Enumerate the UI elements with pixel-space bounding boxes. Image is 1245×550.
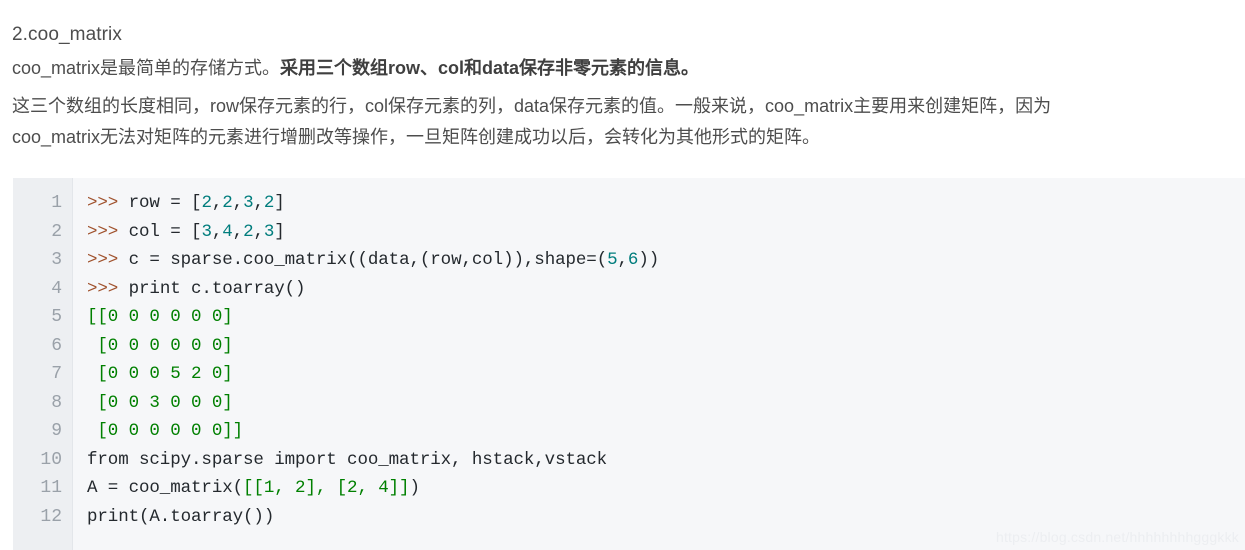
code-line[interactable]: [[0 0 0 0 0 0]: [87, 303, 1245, 332]
code-token-plain: row = [: [118, 193, 202, 213]
code-content-area[interactable]: >>> row = [2,2,3,2] >>> col = [3,4,2,3] >>…: [73, 178, 1245, 550]
code-token-out: [0 0 3 0 0 0]: [87, 392, 233, 413]
code-token-prompt: >>>: [87, 278, 119, 299]
code-line-number: 6: [51, 335, 62, 356]
code-line[interactable]: [0 0 0 0 0 0]]: [87, 417, 1245, 446]
code-token-plain: ,: [617, 250, 629, 270]
code-token-plain: A = coo_matrix(: [87, 478, 244, 498]
code-token-out: [[0 0 0 0 0 0]: [87, 307, 233, 327]
code-line[interactable]: A = coo_matrix([[1, 2], [2, 4]]): [87, 474, 1245, 503]
code-line-number: 11: [40, 478, 62, 498]
code-line-number: 12: [40, 506, 62, 527]
code-token-plain: ]: [274, 193, 285, 213]
paragraph-definition-bold: 采用三个数组row、col和data保存非零元素的信息。: [280, 58, 700, 78]
code-line[interactable]: print(A.toarray()): [87, 503, 1245, 532]
code-token-out: [0 0 0 5 2 0]: [87, 364, 233, 384]
code-line-number: 4: [51, 278, 62, 299]
code-token-prompt: >>>: [87, 221, 119, 242]
code-token-plain: ): [409, 478, 420, 498]
code-token-num: 5: [607, 250, 618, 270]
code-token-num: 2: [201, 193, 212, 213]
code-token-out: [0 0 0 0 0 0]: [87, 335, 233, 356]
code-token-plain: ,: [211, 221, 223, 242]
code-token-num: 2: [263, 193, 275, 213]
code-token-plain: ]: [274, 221, 285, 242]
code-token-plain: )): [638, 250, 660, 270]
paragraph-details-line-1: 这三个数组的长度相同，row保存元素的行，col保存元素的列，data保存元素的…: [12, 96, 1052, 116]
code-line-number: 8: [51, 392, 62, 413]
code-token-plain: ,: [253, 193, 264, 213]
paragraph-definition: coo_matrix是最简单的存储方式。采用三个数组row、col和data保存…: [12, 53, 1233, 84]
code-line-number-gutter: 1 2 3 4 5 6 7 8 9 10 11 12: [13, 178, 73, 550]
code-line[interactable]: [0 0 3 0 0 0]: [87, 389, 1245, 418]
code-token-num: 3: [201, 221, 212, 242]
code-line[interactable]: >>> print c.toarray(): [87, 275, 1245, 304]
paragraph-details: 这三个数组的长度相同，row保存元素的行，col保存元素的列，data保存元素的…: [12, 91, 1233, 153]
code-token-plain: from scipy.sparse import coo_matrix, hst…: [87, 449, 608, 470]
article-body: 2.coo_matrix coo_matrix是最简单的存储方式。采用三个数组r…: [0, 0, 1245, 153]
code-token-plain: col = [: [118, 221, 202, 242]
code-token-prompt: >>>: [87, 250, 119, 270]
page-title: 2.coo_matrix: [12, 24, 122, 45]
code-line-number: 1: [51, 193, 62, 213]
code-line-number: 2: [51, 221, 62, 242]
code-line[interactable]: [0 0 0 5 2 0]: [87, 360, 1245, 389]
code-line-number: 7: [51, 364, 62, 384]
code-token-num: 3: [263, 221, 275, 242]
code-line[interactable]: >>> row = [2,2,3,2]: [87, 189, 1245, 218]
code-token-num: 2: [222, 193, 233, 213]
code-line[interactable]: >>> c = sparse.coo_matrix((data,(row,col…: [87, 246, 1245, 275]
code-token-prompt: >>>: [87, 193, 119, 213]
code-token-num: 4: [222, 221, 233, 242]
code-token-plain: ,: [253, 221, 264, 242]
code-token-out: [0 0 0 0 0 0]]: [87, 421, 244, 441]
code-token-num: 2: [243, 221, 254, 242]
code-token-out: [[1, 2], [2, 4]]: [243, 478, 410, 498]
code-token-plain: ,: [232, 221, 244, 242]
paragraph-definition-plain: coo_matrix是最简单的存储方式。: [12, 58, 281, 78]
code-line[interactable]: [0 0 0 0 0 0]: [87, 332, 1245, 361]
code-line[interactable]: >>> col = [3,4,2,3]: [87, 218, 1245, 247]
code-block[interactable]: 1 2 3 4 5 6 7 8 9 10 11 12 >>> row = [2,2,3,2] >>> c…: [13, 178, 1245, 550]
code-line[interactable]: from scipy.sparse import coo_matrix, hst…: [87, 446, 1245, 475]
code-token-plain: c = sparse.coo_matrix((data,(row,col)),s…: [118, 250, 608, 270]
code-line-number: 3: [51, 250, 62, 270]
code-token-plain: ,: [232, 193, 244, 213]
code-token-plain: ,: [211, 193, 223, 213]
code-line-number: 9: [51, 421, 62, 441]
code-token-num: 6: [627, 250, 639, 270]
code-token-plain: print c.toarray(): [118, 278, 306, 299]
code-line-number: 5: [51, 307, 62, 327]
code-line-number: 10: [40, 449, 62, 470]
paragraph-details-line-2: coo_matrix无法对矩阵的元素进行增删改等操作，一旦矩阵创建成功以后，会转…: [12, 127, 821, 147]
code-token-num: 3: [243, 193, 254, 213]
code-token-plain: print(A.toarray()): [87, 506, 275, 527]
